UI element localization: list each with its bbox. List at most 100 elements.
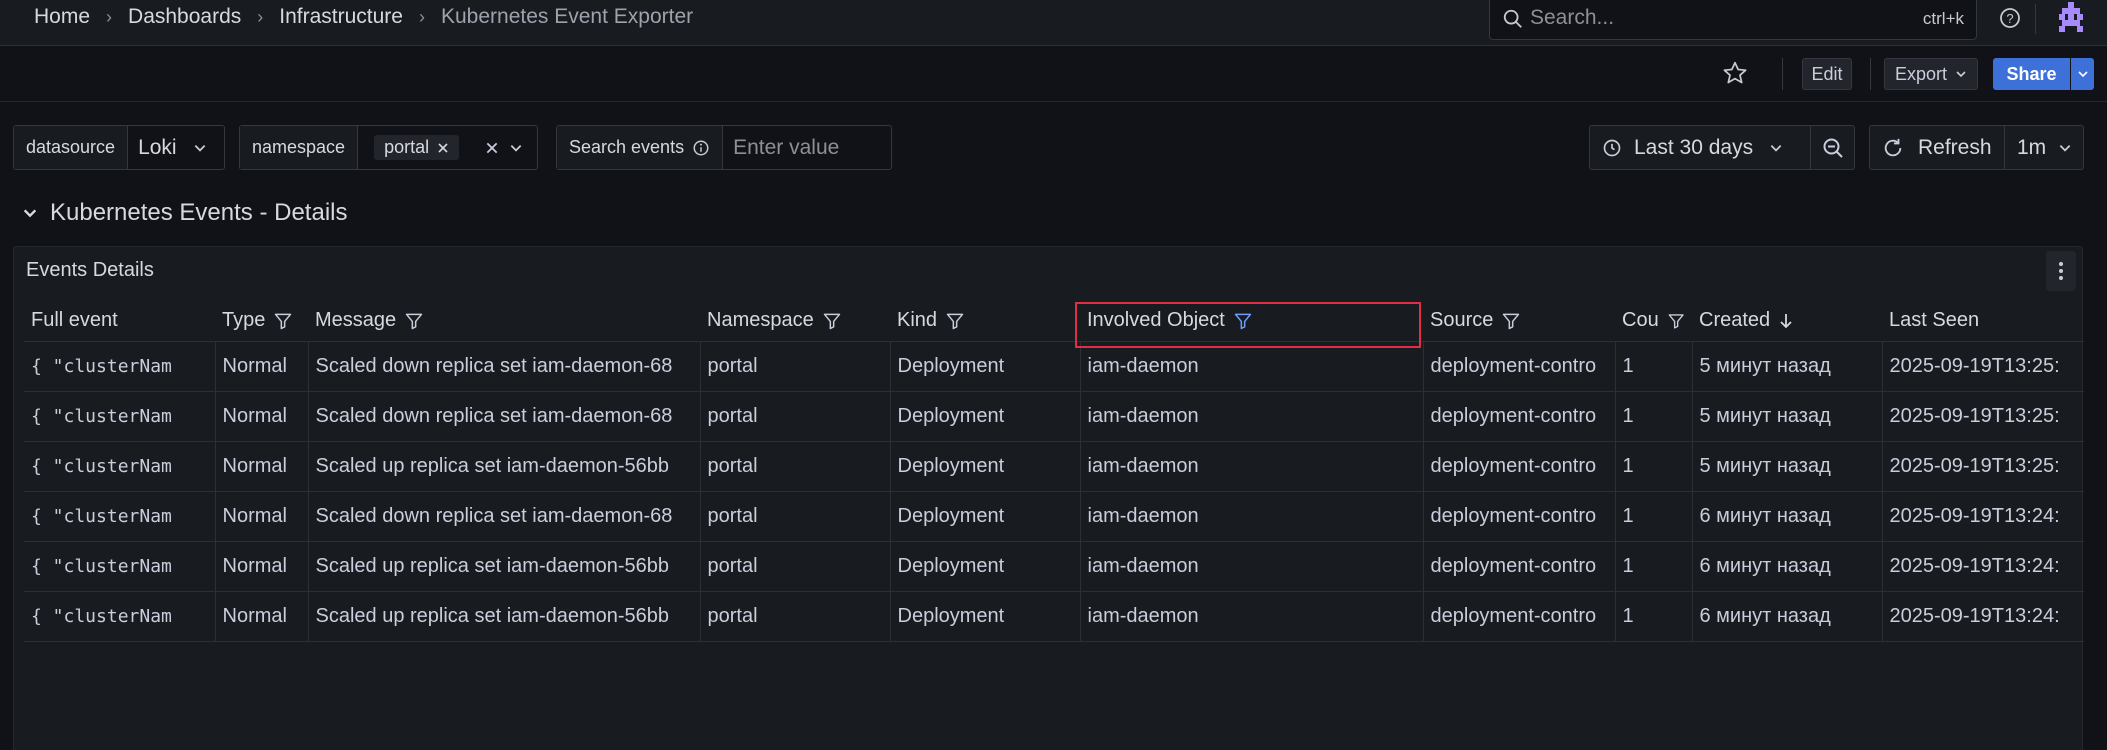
filter-icon[interactable] bbox=[1667, 311, 1685, 331]
chevron-down-icon bbox=[1770, 144, 1782, 152]
star-icon[interactable] bbox=[1722, 60, 1748, 86]
table-row[interactable]: { "clusterNam Normal Scaled up replica set… bbox=[24, 441, 2084, 492]
table-cell: { "clusterNam bbox=[24, 391, 216, 442]
events-table: Full event Type Message Namespace Kind Involv… bbox=[24, 301, 2084, 642]
chevron-right-icon: › bbox=[257, 6, 264, 27]
filter-icon[interactable] bbox=[945, 311, 965, 331]
time-range-picker[interactable]: Last 30 days bbox=[1589, 125, 1811, 170]
table-cell: Deployment bbox=[890, 491, 1081, 542]
filter-icon[interactable] bbox=[1501, 311, 1521, 331]
table-cell: Normal bbox=[215, 441, 309, 492]
panel-menu-button[interactable] bbox=[2046, 251, 2076, 291]
table-cell: Scaled up replica set iam-daemon-56bb bbox=[308, 591, 701, 642]
search-events-variable: Search events Enter value bbox=[556, 125, 892, 170]
table-cell: { "clusterNam bbox=[24, 441, 216, 492]
table-cell: portal bbox=[700, 591, 891, 642]
table-cell: 1 bbox=[1615, 591, 1693, 642]
column-header[interactable]: Cou bbox=[1615, 301, 1692, 342]
datasource-label: datasource bbox=[14, 126, 129, 169]
refresh-interval-picker[interactable]: 1m bbox=[2005, 125, 2084, 170]
info-icon[interactable] bbox=[692, 139, 710, 157]
avatar[interactable] bbox=[2056, 2, 2086, 32]
column-header[interactable]: Full event bbox=[24, 301, 215, 342]
table-row[interactable]: { "clusterNam Normal Scaled up replica set… bbox=[24, 541, 2084, 592]
column-header-label: Source bbox=[1430, 309, 1494, 332]
row-title: Kubernetes Events - Details bbox=[50, 199, 348, 226]
share-button[interactable]: Share bbox=[1993, 58, 2070, 90]
chevron-down-icon bbox=[510, 144, 522, 152]
search-icon bbox=[1503, 9, 1522, 28]
edit-button[interactable]: Edit bbox=[1802, 58, 1852, 90]
chevron-down-icon bbox=[194, 144, 205, 152]
table-cell: 6 минут назад bbox=[1692, 591, 1883, 642]
column-header[interactable]: Created bbox=[1692, 301, 1882, 342]
datasource-select[interactable]: Loki bbox=[128, 126, 217, 169]
close-icon[interactable] bbox=[437, 142, 449, 154]
table-cell: Normal bbox=[215, 591, 309, 642]
row-header[interactable]: Kubernetes Events - Details bbox=[22, 199, 347, 227]
table-cell: portal bbox=[700, 541, 891, 592]
chevron-down-icon bbox=[23, 209, 37, 218]
breadcrumb-dashboards[interactable]: Dashboards bbox=[128, 5, 241, 29]
table-row[interactable]: { "clusterNam Normal Scaled down replica s… bbox=[24, 341, 2084, 392]
zoom-out-button[interactable] bbox=[1811, 125, 1855, 170]
column-header[interactable]: Type bbox=[215, 301, 308, 342]
search-input[interactable]: Search... ctrl+k bbox=[1489, 0, 1977, 40]
breadcrumb-infrastructure[interactable]: Infrastructure bbox=[279, 5, 403, 29]
export-label: Export bbox=[1894, 63, 1948, 84]
table-cell: 1 bbox=[1615, 491, 1693, 542]
table-cell: 2025-09-19T13:24: bbox=[1882, 591, 2084, 642]
export-button[interactable]: Export bbox=[1884, 58, 1978, 90]
table-cell: 2025-09-19T13:25: bbox=[1882, 391, 2084, 442]
table-row[interactable]: { "clusterNam Normal Scaled down replica s… bbox=[24, 391, 2084, 442]
refresh-button[interactable]: Refresh bbox=[1869, 125, 2005, 170]
column-header[interactable]: Kind bbox=[890, 301, 1080, 342]
column-header[interactable]: Source bbox=[1423, 301, 1615, 342]
table-cell: iam-daemon bbox=[1080, 541, 1424, 592]
help-icon[interactable]: ? bbox=[1998, 6, 2022, 30]
column-header[interactable]: Last Seen bbox=[1882, 301, 2084, 342]
filter-icon[interactable] bbox=[822, 311, 842, 331]
column-header[interactable]: Involved Object bbox=[1080, 301, 1423, 342]
table-cell: portal bbox=[700, 491, 891, 542]
table-cell: { "clusterNam bbox=[24, 341, 216, 392]
breadcrumb-home[interactable]: Home bbox=[34, 5, 90, 29]
filter-icon[interactable] bbox=[273, 311, 293, 331]
column-header-label: Created bbox=[1699, 309, 1771, 332]
table-cell: 2025-09-19T13:24: bbox=[1882, 541, 2084, 592]
table-cell: 2025-09-19T13:25: bbox=[1882, 341, 2084, 392]
table-cell: deployment-contro bbox=[1423, 341, 1616, 392]
table-cell: iam-daemon bbox=[1080, 591, 1424, 642]
chevron-right-icon: › bbox=[106, 6, 113, 27]
table-row[interactable]: { "clusterNam Normal Scaled down replica s… bbox=[24, 491, 2084, 542]
table-cell: iam-daemon bbox=[1080, 491, 1424, 542]
clear-icon[interactable] bbox=[485, 141, 499, 155]
column-header-label: Last Seen bbox=[1889, 309, 1980, 332]
filter-icon[interactable] bbox=[1233, 311, 1253, 331]
table-cell: Normal bbox=[215, 391, 309, 442]
zoom-out-icon bbox=[1823, 138, 1843, 158]
search-events-input[interactable]: Enter value bbox=[723, 126, 849, 169]
table-cell: deployment-contro bbox=[1423, 491, 1616, 542]
sort-descending-icon[interactable] bbox=[1778, 312, 1794, 330]
filter-icon[interactable] bbox=[404, 311, 424, 331]
column-header[interactable]: Message bbox=[308, 301, 700, 342]
column-header-label: Message bbox=[315, 309, 397, 332]
column-header-label: Cou bbox=[1622, 309, 1659, 332]
column-header-label: Namespace bbox=[707, 309, 814, 332]
share-dropdown-button[interactable] bbox=[2071, 58, 2094, 90]
search-shortcut: ctrl+k bbox=[1922, 9, 1964, 28]
chevron-down-icon bbox=[1956, 71, 1966, 78]
namespace-select[interactable]: portal bbox=[358, 126, 533, 169]
nav-divider bbox=[2035, 4, 2036, 34]
table-row[interactable]: { "clusterNam Normal Scaled up replica set… bbox=[24, 591, 2084, 642]
table-cell: 1 bbox=[1615, 391, 1693, 442]
table-cell: Scaled down replica set iam-daemon-68 bbox=[308, 491, 701, 542]
table-cell: Normal bbox=[215, 491, 309, 542]
column-header-label: Type bbox=[222, 309, 266, 332]
chevron-right-icon: › bbox=[418, 6, 425, 27]
table-cell: deployment-contro bbox=[1423, 441, 1616, 492]
table-cell: 1 bbox=[1615, 341, 1693, 392]
namespace-label: namespace bbox=[240, 126, 359, 169]
column-header[interactable]: Namespace bbox=[700, 301, 890, 342]
